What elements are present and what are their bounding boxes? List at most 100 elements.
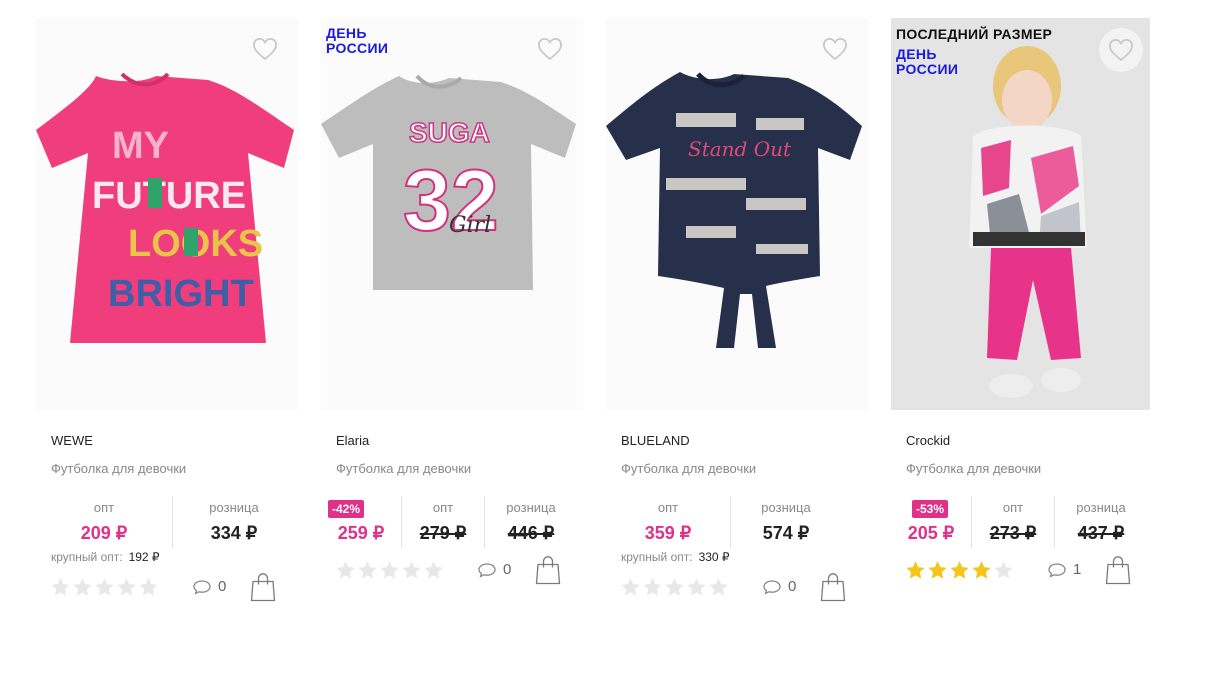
product-image[interactable]: SUGA 32 Girl (321, 18, 583, 410)
speech-bubble-icon (762, 579, 782, 595)
star-icon[interactable] (50, 577, 71, 598)
price-discounted: -53% 205 ₽ (891, 496, 971, 548)
price-block: -42% 259 ₽ опт 279 ₽ розница 446 ₽ (321, 496, 577, 548)
price-opt-old-value: 273 ₽ (989, 523, 1037, 543)
rating-stars[interactable] (620, 577, 730, 598)
speech-bubble-icon (477, 562, 497, 578)
favorite-heart-icon[interactable] (251, 35, 279, 63)
star-icon[interactable] (379, 560, 400, 581)
price-opt-value: 209 ₽ (80, 523, 128, 543)
card-actions: 1 (905, 557, 1140, 585)
product-brand[interactable]: WEWE (51, 433, 93, 448)
favorite-heart-icon[interactable] (1099, 28, 1143, 72)
price-opt: опт 359 ₽ (606, 496, 730, 548)
product-card[interactable]: Stand Out BLUELAND Футболка для девочки … (606, 18, 868, 618)
price-block: опт 209 ₽ розница 334 ₽ (36, 496, 295, 548)
star-icon[interactable] (72, 577, 93, 598)
card-actions: 0 (335, 557, 570, 585)
shopping-bag-icon[interactable] (1105, 555, 1131, 590)
price-retail-value: 334 ₽ (210, 523, 258, 543)
star-icon[interactable] (423, 560, 444, 581)
price-opt-label: опт (657, 500, 679, 515)
star-icon[interactable] (905, 560, 926, 581)
star-icon[interactable] (357, 560, 378, 581)
price-block: -53% 205 ₽ опт 273 ₽ розница 437 ₽ (891, 496, 1147, 548)
shopping-bag-icon[interactable] (820, 572, 846, 607)
speech-bubble-icon (1047, 562, 1067, 578)
price-retail-label: розница (761, 500, 811, 515)
star-icon[interactable] (620, 577, 641, 598)
product-name[interactable]: Футболка для девочки (906, 461, 1041, 476)
price-discounted: -42% 259 ₽ (321, 496, 401, 548)
rating-stars[interactable] (50, 577, 160, 598)
price-opt-label: опт (1002, 500, 1024, 515)
star-icon[interactable] (94, 577, 115, 598)
discount-badge: -53% (912, 500, 949, 518)
star-icon[interactable] (116, 577, 137, 598)
star-icon[interactable] (686, 577, 707, 598)
product-name[interactable]: Футболка для девочки (621, 461, 756, 476)
favorite-heart-icon[interactable] (536, 35, 564, 63)
comments-count[interactable]: 0 (477, 561, 511, 578)
star-icon[interactable] (993, 560, 1014, 581)
price-opt: опт 273 ₽ (971, 496, 1054, 548)
price-retail: розница 574 ₽ (730, 496, 841, 548)
star-icon[interactable] (971, 560, 992, 581)
star-icon[interactable] (664, 577, 685, 598)
comments-count[interactable]: 0 (762, 578, 796, 595)
price-retail-label: розница (209, 500, 259, 515)
badge-day-of-russia: ДЕНЬ РОССИИ (896, 46, 959, 77)
svg-text:Stand Out: Stand Out (688, 137, 792, 161)
discount-badge: -42% (328, 500, 365, 518)
comments-number: 0 (788, 578, 797, 595)
comments-count[interactable]: 0 (192, 578, 226, 595)
rating-stars[interactable] (335, 560, 445, 581)
price-opt: опт 209 ₽ (36, 496, 172, 548)
price-retail-label: розница (1076, 500, 1126, 515)
rating-stars[interactable] (905, 560, 1015, 581)
star-icon[interactable] (708, 577, 729, 598)
price-retail: розница 334 ₽ (172, 496, 295, 548)
star-icon[interactable] (927, 560, 948, 581)
bulk-price-value: 192 ₽ (128, 550, 160, 564)
favorite-heart-icon[interactable] (821, 35, 849, 63)
product-brand[interactable]: Crockid (906, 433, 950, 448)
price-new-value: 259 ₽ (337, 523, 385, 543)
comments-number: 0 (218, 578, 227, 595)
svg-text:MY: MY (112, 125, 169, 167)
star-icon[interactable] (949, 560, 970, 581)
product-card[interactable]: ПОСЛЕДНИЙ РАЗМЕР ДЕНЬ РОССИИ Crockid Фут… (891, 18, 1153, 618)
price-opt-label: опт (93, 500, 115, 515)
price-opt-label: опт (432, 500, 454, 515)
product-name[interactable]: Футболка для девочки (51, 461, 186, 476)
star-icon[interactable] (401, 560, 422, 581)
bulk-price: крупный опт: 192 ₽ (51, 550, 160, 564)
product-brand[interactable]: Elaria (336, 433, 369, 448)
price-retail-label: розница (506, 500, 556, 515)
svg-text:FUTURE: FUTURE (92, 175, 246, 217)
promo-badges: ПОСЛЕДНИЙ РАЗМЕР ДЕНЬ РОССИИ (896, 26, 1052, 77)
shopping-bag-icon[interactable] (535, 555, 561, 590)
star-icon[interactable] (335, 560, 356, 581)
price-retail: розница 446 ₽ (484, 496, 577, 548)
product-card[interactable]: SUGA 32 Girl ДЕНЬ РОССИИ Elaria Футболка… (321, 18, 583, 618)
svg-text:Girl: Girl (449, 213, 491, 238)
star-icon[interactable] (138, 577, 159, 598)
price-opt: опт 279 ₽ (401, 496, 484, 548)
product-image[interactable]: MY FUTURE LOOKS BRIGHT (36, 18, 298, 410)
price-retail-value: 574 ₽ (762, 523, 810, 543)
price-retail: розница 437 ₽ (1054, 496, 1147, 548)
svg-text:SUGA: SUGA (409, 117, 490, 148)
product-card[interactable]: MY FUTURE LOOKS BRIGHT WEWE Футболка для… (36, 18, 298, 618)
product-brand[interactable]: BLUELAND (621, 433, 690, 448)
shopping-bag-icon[interactable] (250, 572, 276, 607)
bulk-price-value: 330 ₽ (698, 550, 730, 564)
comments-number: 1 (1073, 561, 1082, 578)
star-icon[interactable] (642, 577, 663, 598)
product-image[interactable]: Stand Out (606, 18, 868, 410)
comments-number: 0 (503, 561, 512, 578)
bulk-price-label: крупный опт: (51, 550, 123, 564)
price-retail-old-value: 437 ₽ (1077, 523, 1125, 543)
product-name[interactable]: Футболка для девочки (336, 461, 471, 476)
comments-count[interactable]: 1 (1047, 561, 1081, 578)
